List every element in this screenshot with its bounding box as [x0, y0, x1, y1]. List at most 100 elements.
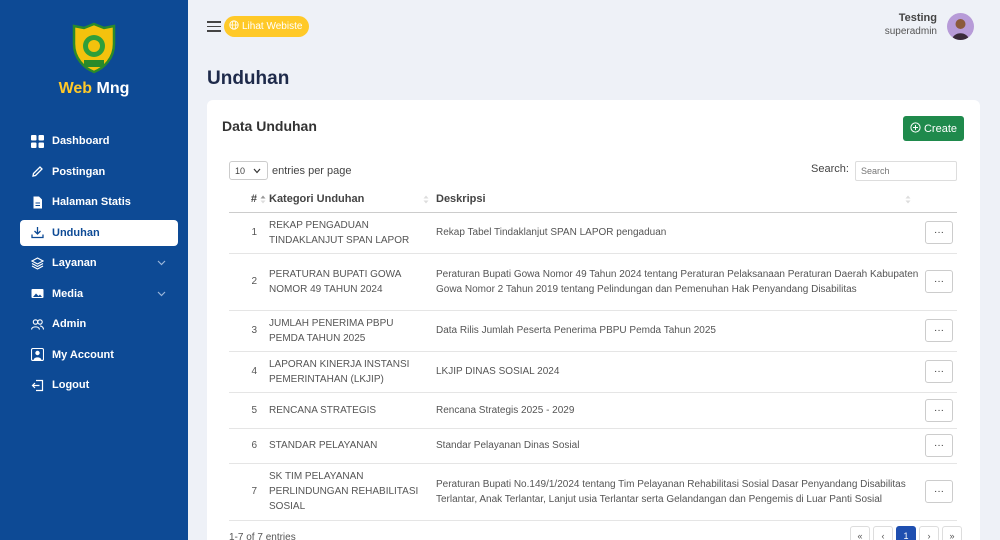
pagination-next[interactable]: › — [919, 526, 939, 540]
sidebar-nav: Dashboard Postingan Halaman Statis Unduh… — [20, 128, 178, 403]
row-deskripsi: Rekap Tabel Tindaklanjut SPAN LAPOR peng… — [431, 212, 919, 254]
layers-icon — [31, 256, 44, 270]
sidebar-item-postingan[interactable]: Postingan — [20, 159, 178, 185]
pagination-last[interactable]: » — [942, 526, 962, 540]
row-number: 1 — [229, 212, 264, 254]
sidebar-item-media[interactable]: Media — [20, 281, 178, 307]
column-kategori-header[interactable]: Kategori Unduhan — [264, 186, 431, 213]
card-title: Data Unduhan — [222, 118, 317, 134]
row-kategori: REKAP PENGADUAN TINDAKLANJUT SPAN LAPOR — [264, 212, 431, 254]
sidebar-item-my-account[interactable]: My Account — [20, 342, 178, 368]
avatar[interactable] — [947, 13, 974, 40]
user-name: Testing — [898, 12, 937, 24]
search-label: Search: — [811, 163, 849, 175]
sidebar-item-label: Logout — [52, 379, 90, 391]
row-deskripsi: Data Rilis Jumlah Peserta Penerima PBPU … — [431, 310, 919, 352]
sidebar-item-logout[interactable]: Logout — [20, 372, 178, 398]
entries-per-page-select[interactable]: 10 — [229, 161, 268, 180]
row-actions-button[interactable]: ··· — [925, 270, 953, 293]
view-website-label: Lihat Webiste — [242, 21, 303, 32]
entries-length-control: 10 entries per page — [229, 161, 352, 180]
user-info[interactable]: Testing superadmin — [885, 12, 937, 37]
globe-icon — [229, 20, 239, 33]
row-number: 7 — [229, 463, 264, 521]
search-input[interactable] — [855, 161, 957, 181]
row-kategori: JUMLAH PENERIMA PBPU PEMDA TAHUN 2025 — [264, 310, 431, 352]
table-info: 1-7 of 7 entries — [229, 532, 296, 540]
table-row: 3 JUMLAH PENERIMA PBPU PEMDA TAHUN 2025 … — [229, 310, 957, 352]
row-number: 3 — [229, 310, 264, 352]
row-number: 2 — [229, 253, 264, 311]
chevron-down-icon — [157, 258, 166, 267]
sidebar-item-label: Postingan — [52, 165, 106, 178]
sidebar-item-layanan[interactable]: Layanan — [20, 250, 178, 276]
row-deskripsi: Rencana Strategis 2025 - 2029 — [431, 392, 919, 429]
chevron-down-icon — [157, 289, 166, 298]
chevron-down-icon — [253, 168, 261, 174]
table-row: 2 PERATURAN BUPATI GOWA NOMOR 49 TAHUN 2… — [229, 253, 957, 311]
table-header-row: # Kategori Unduhan Deskripsi — [229, 186, 957, 213]
table-row: 6 STANDAR PELAYANAN Standar Pelayanan Di… — [229, 428, 957, 464]
sidebar-item-dashboard[interactable]: Dashboard — [20, 128, 178, 154]
gowa-logo — [70, 22, 118, 74]
row-deskripsi: Standar Pelayanan Dinas Sosial — [431, 428, 919, 464]
account-icon — [31, 348, 44, 361]
row-actions-button[interactable]: ··· — [925, 360, 953, 383]
downloads-table: # Kategori Unduhan Deskripsi 1 REKAP PEN… — [229, 186, 957, 521]
sidebar: Web Mng Dashboard Postingan Halaman Stat… — [0, 0, 188, 540]
column-number-header[interactable]: # — [229, 186, 266, 213]
column-deskripsi-header[interactable]: Deskripsi — [431, 186, 919, 213]
create-label: Create — [923, 122, 958, 135]
row-actions-button[interactable]: ··· — [925, 221, 953, 244]
pagination-prev[interactable]: ‹ — [873, 526, 893, 540]
dashboard-icon — [31, 134, 44, 148]
pagination-page-1[interactable]: 1 — [896, 526, 916, 540]
table-row: 7 SK TIM PELAYANAN PERLINDUNGAN REHABILI… — [229, 463, 957, 521]
sidebar-item-label: Halaman Statis — [52, 196, 131, 208]
entries-per-page-value: 10 — [235, 165, 246, 176]
brand-part1: Web — [58, 80, 93, 97]
column-number-label: # — [250, 192, 257, 205]
plus-circle-icon — [910, 121, 921, 136]
row-actions-button[interactable]: ··· — [925, 398, 953, 422]
data-card: Data Unduhan Create 10 entries per page … — [207, 100, 980, 540]
sidebar-item-admin[interactable]: Admin — [20, 311, 178, 337]
user-role: superadmin — [884, 26, 937, 37]
sidebar-item-unduhan[interactable]: Unduhan — [20, 219, 178, 246]
users-icon — [31, 318, 44, 331]
sidebar-item-label: Admin — [52, 318, 87, 330]
view-website-button[interactable]: Lihat Webiste — [224, 16, 310, 37]
row-kategori: RENCANA STRATEGIS — [264, 392, 431, 429]
row-number: 4 — [229, 351, 264, 393]
menu-toggle-icon[interactable] — [207, 21, 221, 33]
download-icon — [31, 226, 44, 239]
page-title: Unduhan — [207, 68, 290, 89]
row-kategori: SK TIM PELAYANAN PERLINDUNGAN REHABILITA… — [264, 463, 431, 521]
sidebar-item-label: Layanan — [52, 257, 97, 269]
pagination-first[interactable]: « — [850, 526, 870, 540]
row-actions-button[interactable]: ··· — [925, 434, 953, 457]
row-actions-button[interactable]: ··· — [925, 319, 953, 342]
sort-icon — [423, 195, 429, 204]
pencil-icon — [31, 165, 44, 178]
document-icon — [31, 196, 44, 209]
row-number: 5 — [229, 392, 264, 429]
table-row: 1 REKAP PENGADUAN TINDAKLANJUT SPAN LAPO… — [229, 212, 957, 254]
column-kategori-label: Kategori Unduhan — [269, 192, 365, 205]
logout-icon — [31, 379, 44, 392]
row-actions-button[interactable]: ··· — [925, 480, 953, 503]
row-number: 6 — [229, 428, 264, 464]
row-kategori: STANDAR PELAYANAN — [264, 428, 431, 464]
row-deskripsi: LKJIP DINAS SOSIAL 2024 — [431, 351, 919, 393]
image-icon — [31, 287, 44, 300]
table-row: 5 RENCANA STRATEGIS Rencana Strategis 20… — [229, 392, 957, 429]
row-deskripsi: Peraturan Bupati Gowa Nomor 49 Tahun 202… — [431, 253, 919, 311]
table-row: 4 LAPORAN KINERJA INSTANSI PEMERINTAHAN … — [229, 351, 957, 393]
row-deskripsi: Peraturan Bupati No.149/1/2024 tentang T… — [431, 463, 919, 521]
entries-per-page-label: entries per page — [272, 164, 352, 177]
column-action-header — [919, 186, 957, 213]
create-button[interactable]: Create — [903, 116, 964, 141]
row-kategori: LAPORAN KINERJA INSTANSI PEMERINTAHAN (L… — [264, 351, 431, 393]
sidebar-item-halaman-statis[interactable]: Halaman Statis — [20, 189, 178, 215]
brand-name[interactable]: Web Mng — [0, 80, 188, 98]
